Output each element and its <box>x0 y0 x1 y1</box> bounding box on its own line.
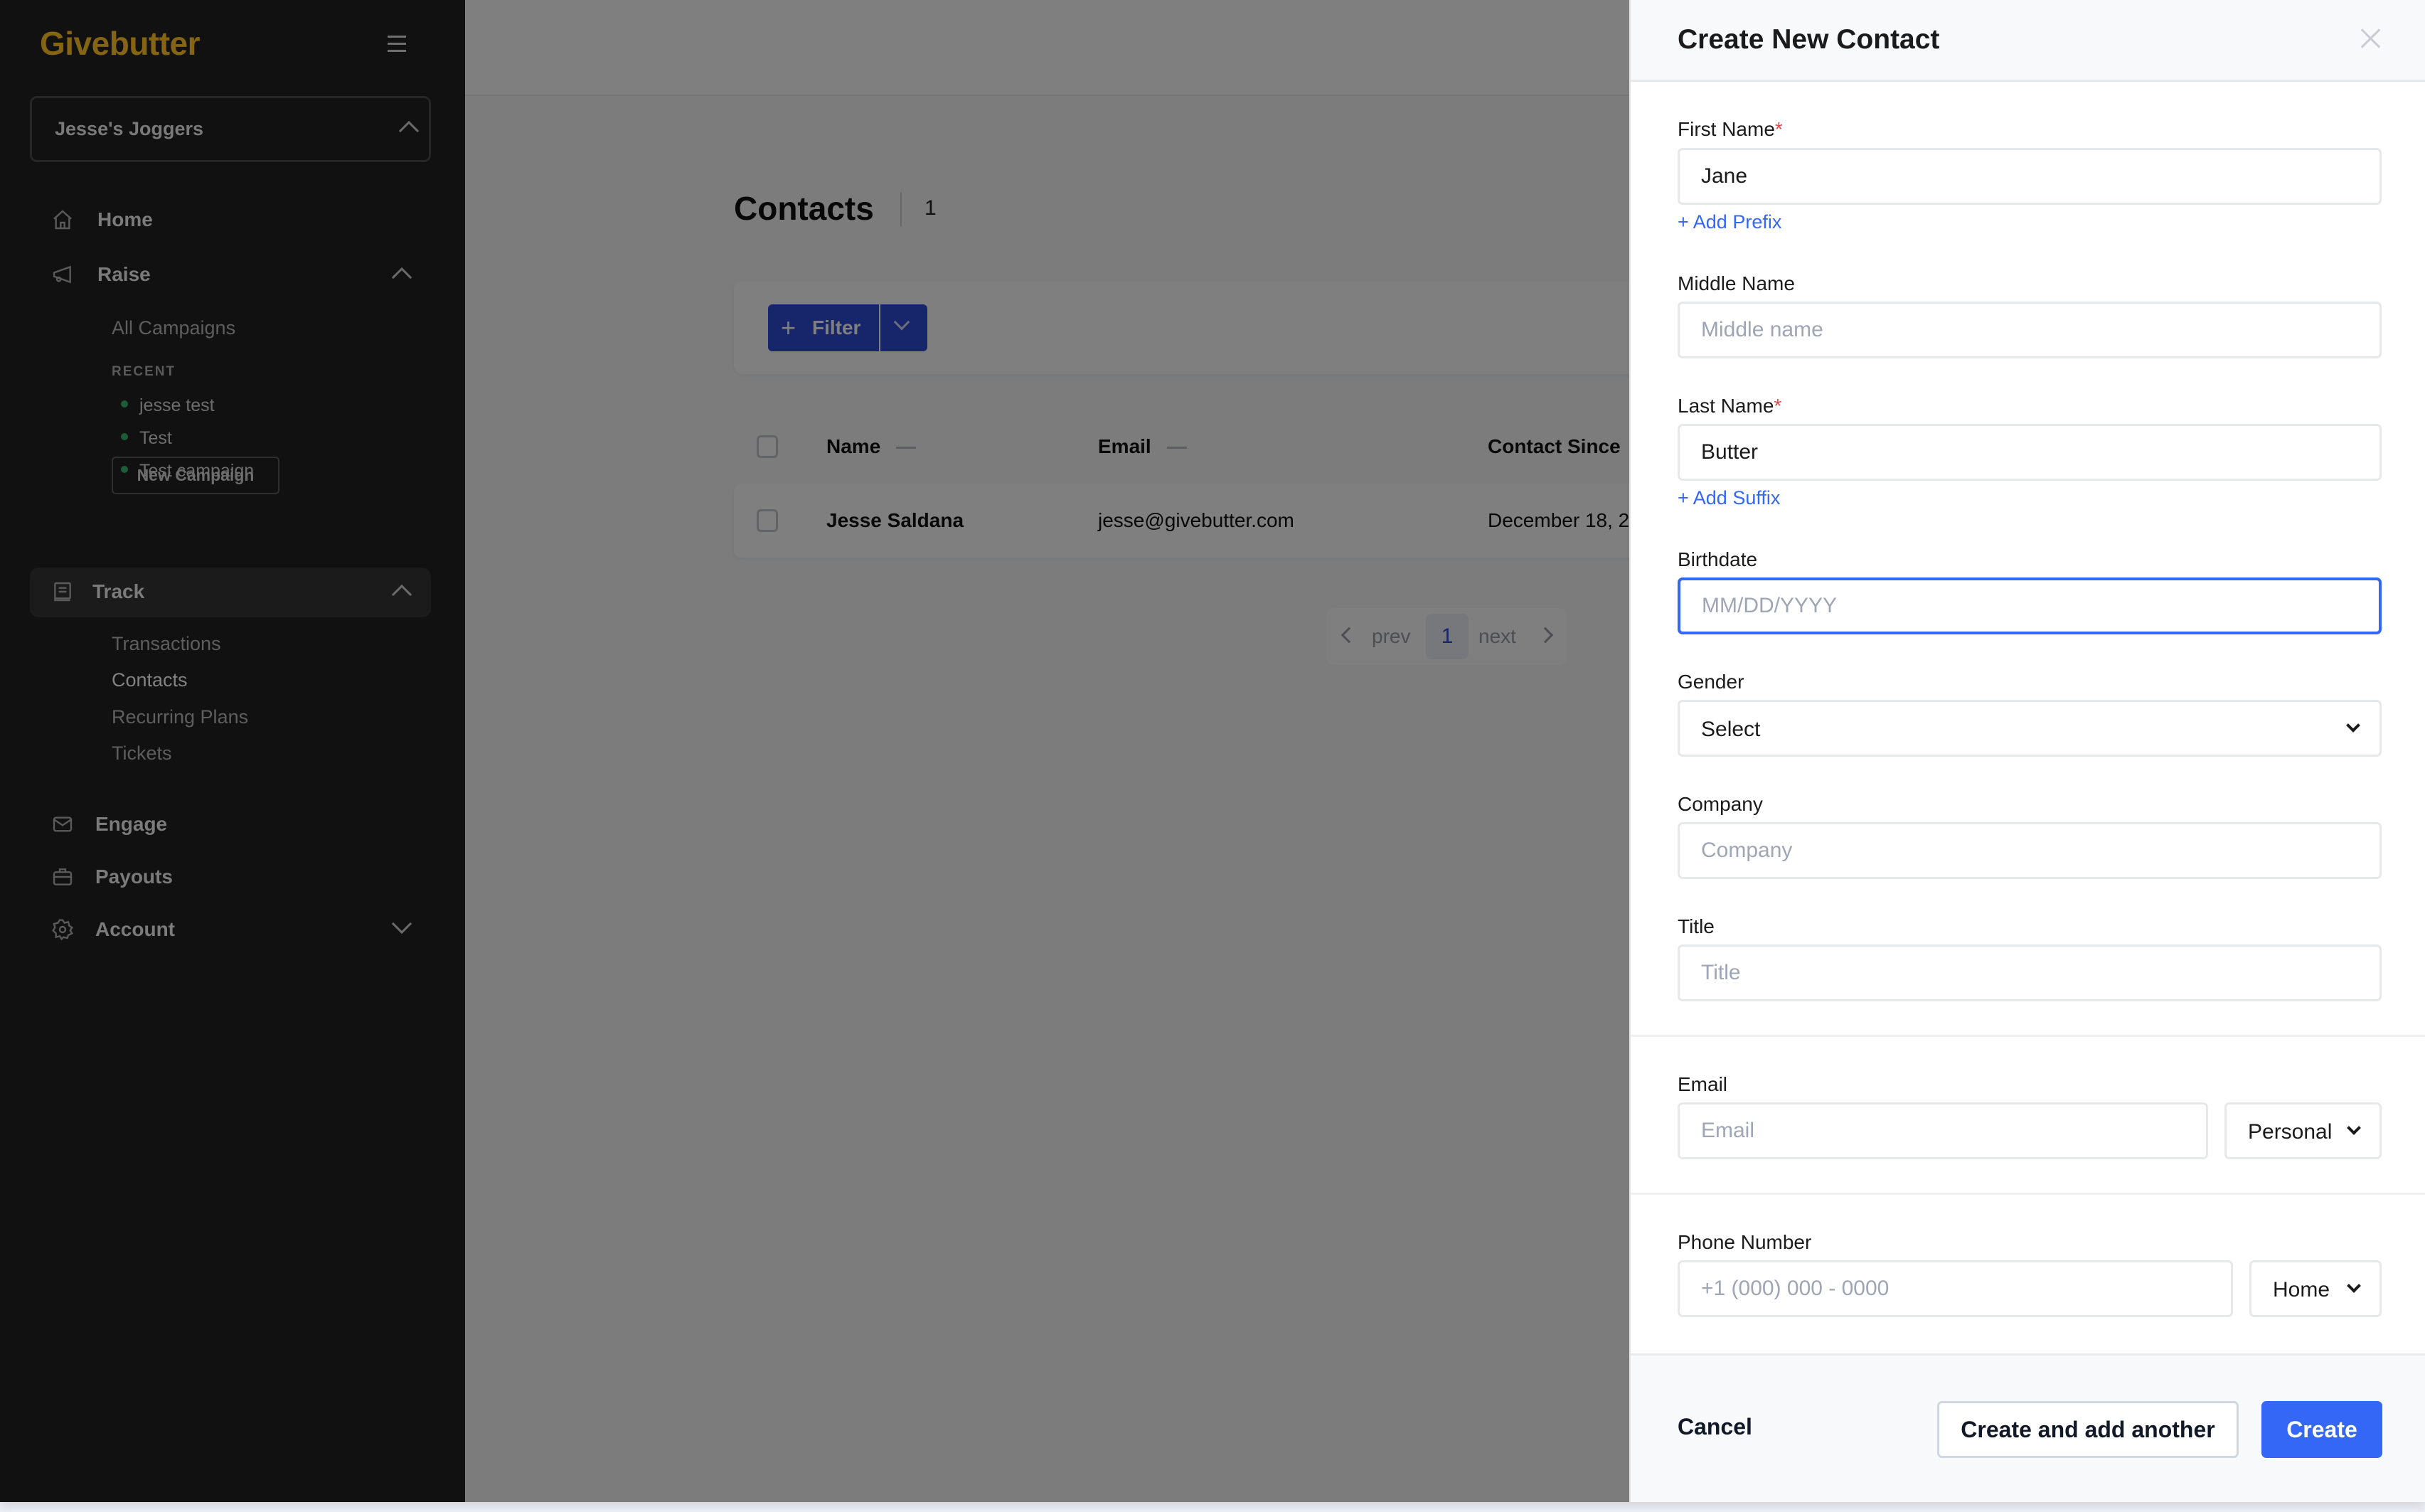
title-input[interactable] <box>1678 944 2382 1001</box>
last-name-input[interactable] <box>1678 424 2382 481</box>
add-prefix-link[interactable]: + Add Prefix <box>1678 211 1781 233</box>
create-contact-drawer: Create New Contact First Name* + Add Pre… <box>1629 0 2425 1502</box>
chevron-up-icon[interactable] <box>391 584 412 605</box>
section-divider <box>1631 1035 2425 1037</box>
organization-selector[interactable]: Jesse's Joggers <box>30 96 431 162</box>
givebutter-logo[interactable]: Givebutter <box>40 24 201 63</box>
first-name-input[interactable] <box>1678 148 2382 205</box>
middle-name-input[interactable] <box>1678 302 2382 358</box>
sidebar-item-label: Engage <box>95 813 168 835</box>
chevron-up-icon[interactable] <box>391 267 412 288</box>
required-asterisk: * <box>1774 395 1782 417</box>
book-icon <box>54 582 71 602</box>
recent-campaign-label: jesse test <box>139 395 215 415</box>
sidebar-item-track[interactable]: Track <box>30 568 431 617</box>
sidebar-item-raise[interactable]: Raise <box>30 250 431 300</box>
cancel-button[interactable]: Cancel <box>1678 1414 1752 1440</box>
close-icon[interactable] <box>2356 24 2384 53</box>
app-window: Givebutter Jesse's Joggers Home Raise Al… <box>0 0 2425 1502</box>
mail-icon <box>53 816 73 832</box>
recent-heading: RECENT <box>112 364 176 379</box>
gender-label: Gender <box>1678 671 1744 693</box>
chevron-down-icon <box>2347 1279 2361 1293</box>
status-dot-icon <box>121 400 128 408</box>
home-icon <box>53 210 72 230</box>
required-asterisk: * <box>1774 118 1783 140</box>
email-type-select[interactable]: Personal <box>2224 1102 2382 1159</box>
chevron-down-icon[interactable] <box>391 913 412 935</box>
title-label: Title <box>1678 915 1715 937</box>
sidebar-subitem-contacts[interactable]: Contacts <box>112 669 188 691</box>
drawer-footer: Cancel Create and add another Create <box>1631 1353 2425 1502</box>
middle-name-label: Middle Name <box>1678 272 1795 294</box>
create-button[interactable]: Create <box>2261 1401 2382 1458</box>
sidebar: Givebutter Jesse's Joggers Home Raise Al… <box>0 0 465 1502</box>
recent-campaign-label: Test <box>139 428 172 448</box>
sidebar-item-label: Home <box>97 208 153 230</box>
sidebar-item-label: Payouts <box>95 866 173 888</box>
birthdate-label: Birthdate <box>1678 548 1758 570</box>
sidebar-item-engage[interactable]: Engage <box>30 800 431 850</box>
sidebar-item-payouts[interactable]: Payouts <box>30 853 431 903</box>
chevron-down-icon <box>2347 1121 2361 1135</box>
sidebar-item-account[interactable]: Account <box>30 905 431 955</box>
recent-campaign[interactable]: jesse test <box>121 395 215 416</box>
new-campaign-button[interactable]: New Campaign <box>112 457 279 494</box>
phone-input[interactable] <box>1678 1260 2233 1317</box>
first-name-label: First Name* <box>1678 118 1783 141</box>
menu-icon[interactable] <box>388 36 406 53</box>
email-type-value: Personal <box>2248 1120 2333 1144</box>
sidebar-subitem-tickets[interactable]: Tickets <box>112 742 172 765</box>
drawer-header: Create New Contact <box>1631 0 2425 82</box>
phone-type-select[interactable]: Home <box>2249 1260 2382 1317</box>
recent-campaign[interactable]: Test <box>121 428 172 449</box>
create-and-add-another-button[interactable]: Create and add another <box>1937 1401 2239 1458</box>
phone-type-value: Home <box>2273 1278 2330 1301</box>
sidebar-item-home[interactable]: Home <box>30 196 431 245</box>
label-text: First Name <box>1678 118 1775 140</box>
section-divider <box>1631 1193 2425 1195</box>
email-input[interactable] <box>1678 1102 2208 1159</box>
gender-selected-value: Select <box>1701 718 1761 741</box>
organization-name: Jesse's Joggers <box>55 118 204 139</box>
gender-select[interactable]: Select <box>1678 700 2382 757</box>
company-input[interactable] <box>1678 822 2382 879</box>
sidebar-subitem-all-campaigns[interactable]: All Campaigns <box>112 317 235 339</box>
sidebar-subitem-recurring-plans[interactable]: Recurring Plans <box>112 706 248 728</box>
drawer-title: Create New Contact <box>1678 24 1940 55</box>
sidebar-subitem-transactions[interactable]: Transactions <box>112 633 221 655</box>
status-dot-icon <box>121 433 128 441</box>
chevron-down-icon <box>2346 718 2360 733</box>
gear-icon <box>52 919 74 941</box>
email-label: Email <box>1678 1073 1728 1095</box>
chevron-up-icon <box>398 120 420 142</box>
sidebar-item-label: Account <box>95 918 175 940</box>
last-name-label: Last Name* <box>1678 395 1781 417</box>
company-label: Company <box>1678 793 1763 815</box>
phone-label: Phone Number <box>1678 1231 1812 1253</box>
label-text: Last Name <box>1678 395 1774 417</box>
megaphone-icon <box>53 265 71 284</box>
birthdate-input[interactable] <box>1678 577 2382 634</box>
briefcase-icon <box>53 868 73 885</box>
sidebar-item-label: Raise <box>97 263 151 285</box>
add-suffix-link[interactable]: + Add Suffix <box>1678 487 1780 509</box>
sidebar-item-label: Track <box>92 580 145 602</box>
